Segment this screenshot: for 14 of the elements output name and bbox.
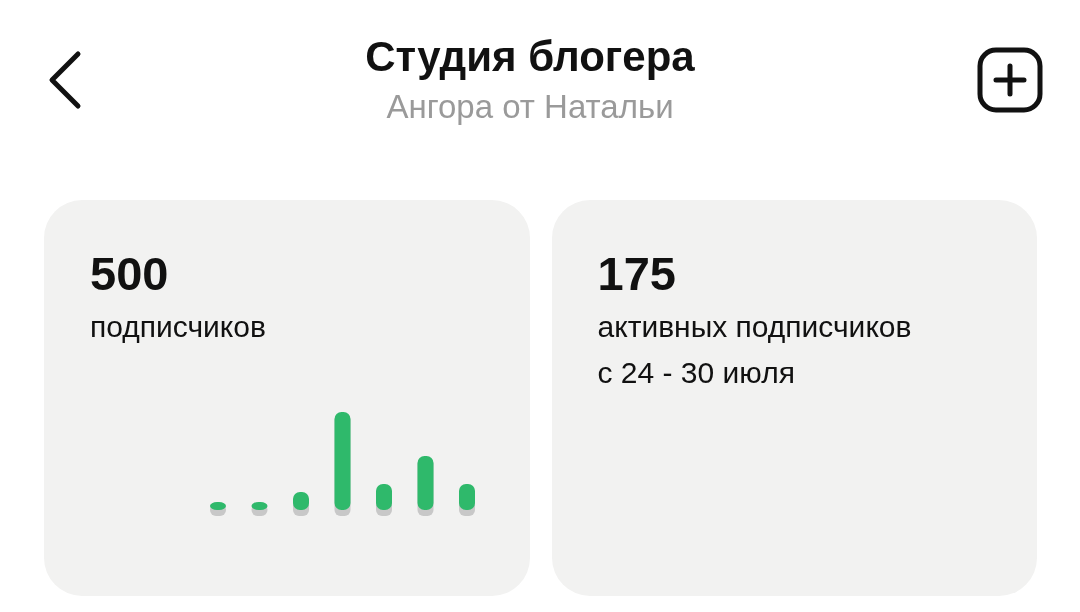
page-title: Студия блогера <box>365 32 695 82</box>
chart-bar <box>458 484 475 516</box>
stat-period: с 24 - 30 июля <box>597 355 796 391</box>
stat-value: 500 <box>90 246 170 302</box>
stat-value: 175 <box>597 246 677 302</box>
page-subtitle: Ангора от Натальи <box>386 87 674 127</box>
chart-bar <box>417 456 433 516</box>
add-button[interactable] <box>976 46 1044 114</box>
chart-bar <box>209 502 226 516</box>
chart-bar <box>292 492 309 516</box>
stat-label: подписчиков <box>90 309 267 345</box>
chart-bar <box>375 484 392 516</box>
stat-label: активных подписчиков <box>597 309 913 345</box>
chart-bar <box>251 502 267 516</box>
